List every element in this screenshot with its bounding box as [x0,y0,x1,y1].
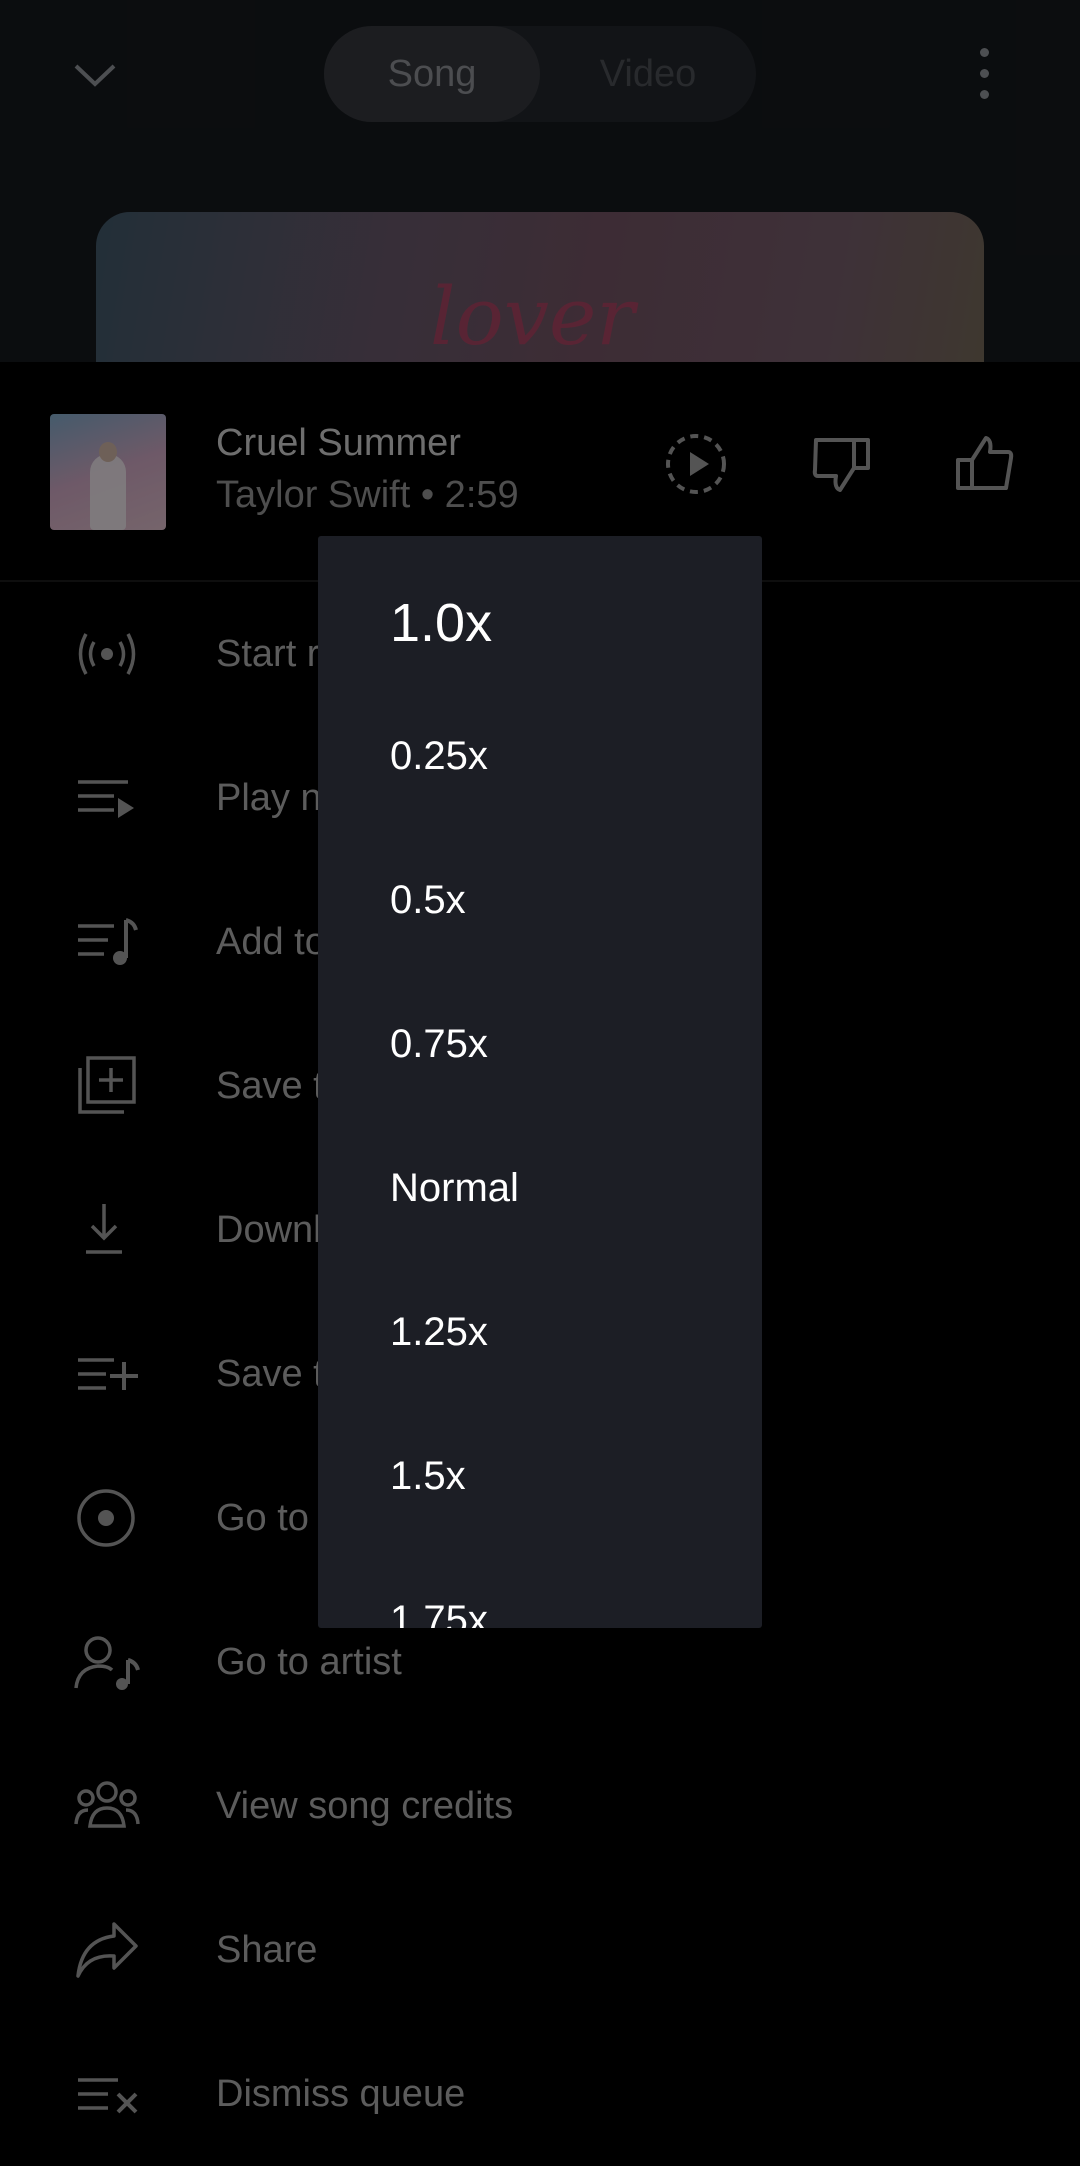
play-next-icon [78,780,134,818]
menu-item-view-song-credits[interactable]: View song credits [0,1734,1080,1878]
share-icon [76,1922,138,1978]
radio-icon [78,633,136,675]
menu-item-label: Dismiss queue [216,2073,466,2115]
artist-icon [74,1636,140,1690]
speed-option[interactable]: Normal [390,1166,519,1211]
speed-option[interactable]: 1.75x [390,1598,488,1628]
song-video-toggle: Song Video [324,26,756,122]
more-options-icon[interactable] [972,48,996,104]
song-artist-duration: Taylor Swift • 2:59 [216,474,519,516]
speed-option[interactable]: 0.75x [390,1022,488,1067]
song-thumbnail [50,414,166,530]
tab-video[interactable]: Video [540,26,756,122]
album-art-lettering: lover [430,270,635,362]
thumbs-down-icon[interactable] [810,432,874,496]
speed-option[interactable]: 0.25x [390,734,488,779]
add-to-queue-icon [78,918,138,965]
playback-speed-menu: 1.0x 0.25x 0.5x 0.75x Normal 1.25x 1.5x … [318,536,762,1628]
player-background: Song Video lover [0,0,1080,362]
menu-item-share[interactable]: Share [0,1878,1080,2022]
menu-item-dismiss-queue[interactable]: Dismiss queue [0,2022,1080,2166]
playlist-add-icon [78,1358,138,1390]
album-icon [77,1489,135,1547]
speed-option[interactable]: 0.5x [390,878,466,923]
save-library-icon [78,1056,136,1114]
download-icon [86,1204,122,1254]
playback-speed-icon[interactable] [664,432,728,496]
speed-current[interactable]: 1.0x [390,592,492,654]
song-title: Cruel Summer [216,422,461,464]
menu-item-label: Share [216,1929,318,1971]
menu-item-label: View song credits [216,1785,514,1827]
thumbs-up-icon[interactable] [952,432,1016,496]
speed-option[interactable]: 1.5x [390,1454,466,1499]
chevron-down-icon[interactable] [70,50,120,100]
speed-option[interactable]: 1.25x [390,1310,488,1355]
tab-song[interactable]: Song [324,26,540,122]
dismiss-queue-icon [78,2078,138,2114]
credits-icon [74,1781,140,1828]
